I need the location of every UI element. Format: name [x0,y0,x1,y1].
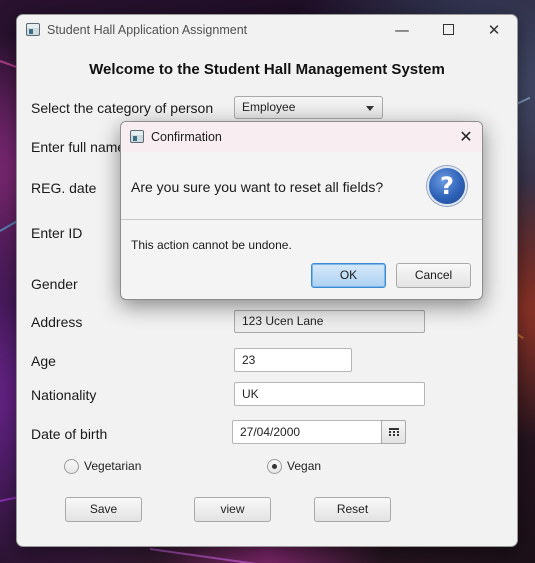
radio-selected-dot [272,464,277,469]
minimize-button[interactable]: — [379,15,425,45]
dialog-app-icon [130,130,144,143]
dob-label: Date of birth [31,426,108,442]
gender-label: Gender [31,276,78,292]
address-label: Address [31,314,83,330]
calendar-icon [389,428,399,437]
ok-button[interactable]: OK [311,263,386,288]
age-field[interactable]: 23 [234,348,352,372]
page-title: Welcome to the Student Hall Management S… [89,61,445,78]
window-title: Student Hall Application Assignment [47,23,248,37]
cancel-button[interactable]: Cancel [396,263,471,288]
category-select[interactable]: Employee [234,96,383,119]
maximize-button[interactable] [425,15,471,45]
dialog-title: Confirmation [151,130,222,144]
dialog-question: Are you sure you want to reset all field… [131,179,384,195]
save-button[interactable]: Save [65,497,142,522]
chevron-down-icon [366,106,374,111]
close-button[interactable]: ✕ [471,15,517,45]
reset-button[interactable]: Reset [314,497,391,522]
dob-field[interactable]: 27/04/2000 [232,420,382,444]
category-label: Select the category of person [31,100,214,116]
dialog-content: This action cannot be undone. [131,238,292,252]
date-picker-button[interactable] [381,420,406,444]
radio-circle [267,459,282,474]
category-select-value: Employee [242,100,296,114]
nationality-label: Nationality [31,387,97,403]
confirmation-dialog: Confirmation ✕ Are you sure you want to … [120,121,483,300]
app-icon [26,23,40,36]
vegan-radio[interactable]: Vegan [267,458,367,476]
address-field[interactable]: 123 Ucen Lane [234,310,425,333]
id-label: Enter ID [31,225,83,241]
view-button[interactable]: view [194,497,271,522]
vegetarian-radio[interactable]: Vegetarian [64,458,184,476]
window-titlebar[interactable]: Student Hall Application Assignment — ✕ [17,15,517,45]
maximize-icon [442,23,454,35]
question-icon: ? [427,166,467,206]
dialog-titlebar[interactable]: Confirmation ✕ [121,122,482,152]
dialog-header: Are you sure you want to reset all field… [121,152,482,220]
nationality-field[interactable]: UK [234,382,425,406]
fullname-label: Enter full name [31,139,126,155]
dialog-close-button[interactable]: ✕ [451,122,481,152]
vegetarian-label: Vegetarian [84,459,142,473]
wallpaper-streak [149,548,269,563]
age-label: Age [31,353,56,369]
radio-circle [64,459,79,474]
vegan-label: Vegan [287,459,322,473]
regdate-label: REG. date [31,180,97,196]
